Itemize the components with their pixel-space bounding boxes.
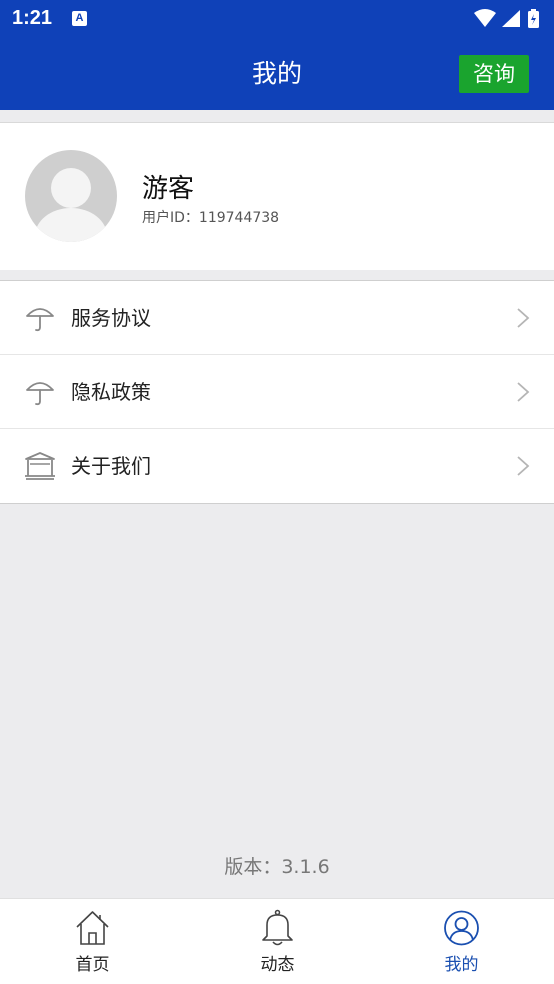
user-icon bbox=[444, 910, 479, 946]
nav-item-news[interactable]: 动态 bbox=[185, 899, 370, 984]
avatar-body-shape bbox=[35, 208, 107, 242]
bottom-nav: 首页 动态 我的 bbox=[0, 898, 554, 984]
user-id: 用户ID：119744738 bbox=[142, 210, 280, 226]
menu-item-service-agreement[interactable]: 服务协议 bbox=[0, 281, 554, 355]
status-bar: 1:21 A bbox=[0, 0, 554, 38]
chevron-right-icon bbox=[517, 382, 530, 402]
nav-label: 首页 bbox=[75, 955, 110, 975]
menu-item-privacy-policy[interactable]: 隐私政策 bbox=[0, 355, 554, 429]
nav-label: 动态 bbox=[260, 955, 295, 975]
nav-item-home[interactable]: 首页 bbox=[0, 899, 185, 984]
bell-icon bbox=[262, 909, 293, 946]
nav-label: 我的 bbox=[444, 955, 479, 975]
app-header: 我的 咨询 bbox=[0, 38, 554, 110]
notification-a-icon: A bbox=[72, 11, 87, 26]
settings-menu: 服务协议 隐私政策 关于我们 bbox=[0, 280, 554, 504]
profile-card[interactable]: 游客 用户ID：119744738 bbox=[0, 122, 554, 270]
menu-item-label: 隐私政策 bbox=[71, 380, 151, 404]
umbrella-icon bbox=[26, 382, 54, 406]
chevron-right-icon bbox=[517, 456, 530, 476]
chevron-right-icon bbox=[517, 308, 530, 328]
username: 游客 bbox=[142, 174, 195, 204]
avatar-head-shape bbox=[51, 168, 91, 208]
building-icon bbox=[25, 452, 55, 480]
signal-icon bbox=[502, 10, 520, 27]
notification-icon-letter: A bbox=[75, 12, 84, 24]
wifi-icon bbox=[474, 9, 496, 27]
menu-item-label: 关于我们 bbox=[71, 454, 151, 478]
consult-button[interactable]: 咨询 bbox=[459, 55, 529, 93]
status-indicators bbox=[472, 8, 544, 30]
menu-item-about-us[interactable]: 关于我们 bbox=[0, 429, 554, 503]
status-time: 1:21 bbox=[12, 7, 53, 29]
nav-item-mine[interactable]: 我的 bbox=[369, 899, 554, 984]
home-icon bbox=[76, 911, 109, 945]
battery-icon bbox=[528, 9, 539, 28]
avatar[interactable] bbox=[25, 150, 117, 242]
umbrella-icon bbox=[26, 308, 54, 332]
version-text: 版本：3.1.6 bbox=[224, 856, 330, 878]
menu-item-label: 服务协议 bbox=[71, 306, 151, 330]
